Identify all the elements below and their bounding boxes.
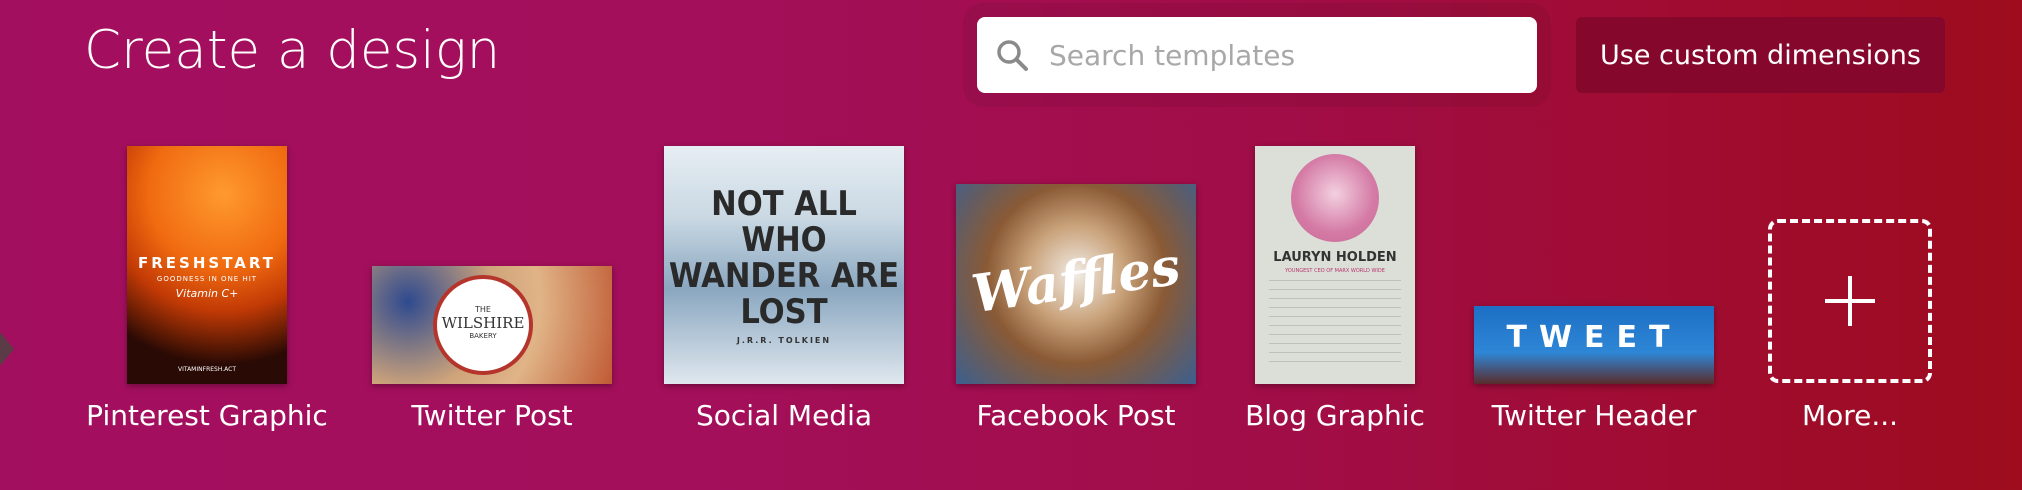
thumb-word-text: TWEET bbox=[1506, 320, 1682, 355]
twitter-post-thumbnail[interactable]: THE WILSHIRE BAKERY bbox=[372, 266, 612, 384]
more-designs-button[interactable] bbox=[1768, 219, 1932, 383]
social-media-label[interactable]: Social Media bbox=[696, 399, 872, 432]
thumb-author-text: J.R.R. TOLKIEN bbox=[736, 336, 832, 345]
search-box[interactable] bbox=[977, 17, 1537, 93]
scroll-left-icon[interactable] bbox=[0, 332, 14, 366]
thumb-word-text: Waffles bbox=[968, 235, 1184, 326]
thumb-quote-text: NOT ALL WHO WANDER ARE LOST bbox=[668, 184, 900, 332]
thumb-name-text: LAURYN HOLDEN bbox=[1273, 250, 1397, 265]
thumb-footer-text: VITAMINFRESH.ACT bbox=[178, 366, 236, 373]
pinterest-graphic-label[interactable]: Pinterest Graphic bbox=[86, 399, 328, 432]
thumb-subtitle-text: GOODNESS IN ONE HIT bbox=[156, 275, 258, 283]
social-media-thumbnail[interactable]: NOT ALL WHO WANDER ARE LOST J.R.R. TOLKI… bbox=[664, 146, 904, 384]
page-title: Create a design bbox=[84, 20, 501, 81]
facebook-post-label[interactable]: Facebook Post bbox=[976, 399, 1175, 432]
thumb-body-lines bbox=[1269, 280, 1401, 370]
portrait-image bbox=[1291, 154, 1379, 242]
twitter-header-thumbnail[interactable]: TWEET bbox=[1474, 306, 1714, 384]
use-custom-dimensions-button[interactable]: Use custom dimensions bbox=[1576, 17, 1945, 93]
plus-icon bbox=[1825, 276, 1875, 326]
pinterest-graphic-thumbnail[interactable]: FRESHSTART GOODNESS IN ONE HIT Vitamin C… bbox=[127, 146, 287, 384]
badge-small-text: THE bbox=[475, 305, 491, 314]
badge-name-text: WILSHIRE bbox=[441, 314, 525, 332]
blog-graphic-label[interactable]: Blog Graphic bbox=[1245, 399, 1425, 432]
bakery-badge: THE WILSHIRE BAKERY bbox=[433, 275, 533, 375]
badge-sub-text: BAKERY bbox=[469, 332, 497, 340]
more-label[interactable]: More... bbox=[1802, 399, 1898, 432]
thumb-brand-text: FRESHSTART bbox=[138, 254, 276, 272]
twitter-post-label[interactable]: Twitter Post bbox=[411, 399, 572, 432]
thumb-role-text: YOUNGEST CEO OF MARX WORLD WIDE bbox=[1285, 268, 1385, 274]
blog-graphic-thumbnail[interactable]: LAURYN HOLDEN YOUNGEST CEO OF MARX WORLD… bbox=[1255, 146, 1415, 384]
twitter-header-label[interactable]: Twitter Header bbox=[1492, 399, 1697, 432]
facebook-post-thumbnail[interactable]: Waffles bbox=[956, 184, 1196, 384]
search-input[interactable] bbox=[1047, 37, 1537, 73]
thumb-accent-text: Vitamin C+ bbox=[175, 287, 239, 300]
search-icon bbox=[997, 40, 1028, 71]
